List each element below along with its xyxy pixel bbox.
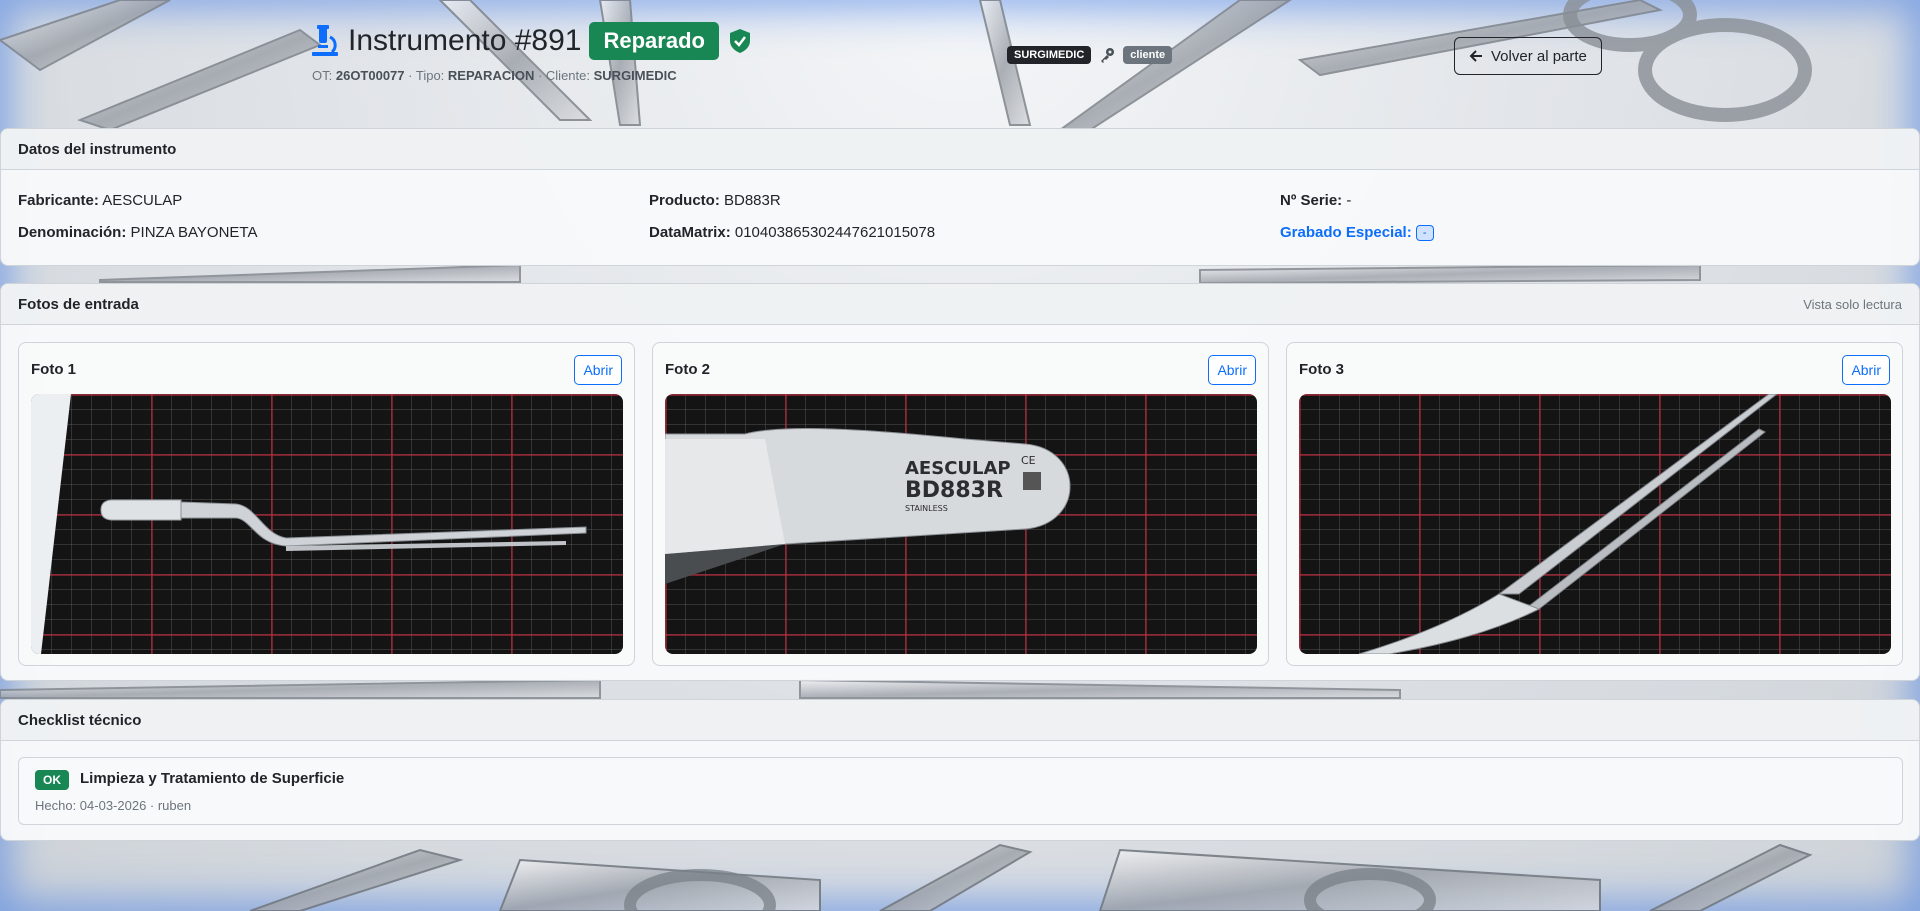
status-badge: Reparado bbox=[589, 22, 719, 60]
datamatrix-value: 01040386530244762101​5078 bbox=[734, 224, 936, 241]
denominacion-field: Denominación: PINZA BAYONETA bbox=[18, 224, 258, 241]
serie-value: - bbox=[1346, 192, 1352, 209]
photo-title: Foto 1 bbox=[31, 361, 76, 378]
key-icon bbox=[1101, 48, 1115, 63]
card-header: Checklist técnico bbox=[1, 700, 1919, 741]
tipo-value: REPARACION bbox=[447, 68, 535, 83]
denominacion-label: Denominación: bbox=[18, 224, 127, 241]
producto-value: BD883R bbox=[724, 192, 781, 209]
role-badge: cliente bbox=[1123, 46, 1173, 64]
checklist-item-meta: Hecho: 04-03-2026 · ruben bbox=[35, 798, 192, 813]
card-header: Datos del instrumento bbox=[1, 129, 1919, 170]
page-title: Instrumento #891 bbox=[348, 24, 582, 57]
grabado-badge: - bbox=[1415, 225, 1434, 242]
open-photo-button[interactable]: Abrir bbox=[1842, 355, 1890, 385]
microscope-icon bbox=[312, 25, 338, 56]
checklist-item-title: Limpieza y Tratamiento de Superficie bbox=[80, 770, 345, 787]
title-row: Instrumento #891 Reparado bbox=[310, 22, 751, 60]
grabado-label: Grabado Especial: bbox=[1280, 224, 1412, 241]
photo-card-1: Foto 1 Abrir bbox=[18, 342, 635, 666]
back-button[interactable]: Volver al parte bbox=[1454, 37, 1602, 75]
read-only-note: Vista solo lectura bbox=[1803, 296, 1902, 312]
fabricante-field: Fabricante: AESCULAP bbox=[18, 192, 182, 209]
grabado-field: Grabado Especial: - bbox=[1280, 224, 1434, 242]
user-info: SURGIMEDIC cliente bbox=[1007, 46, 1173, 64]
photo-image[interactable]: AESCULAP BD883R STAINLESS CE bbox=[665, 394, 1257, 654]
denominacion-value: PINZA BAYONETA bbox=[130, 224, 258, 241]
tipo-label: · Tipo: bbox=[408, 68, 445, 83]
arrow-left-icon bbox=[1469, 50, 1482, 62]
serie-label: Nº Serie: bbox=[1280, 192, 1343, 209]
card-title: Checklist técnico bbox=[18, 711, 142, 729]
card-title: Fotos de entrada bbox=[18, 295, 139, 313]
fabricante-value: AESCULAP bbox=[102, 192, 183, 209]
photo-card-3: Foto 3 Abrir bbox=[1286, 342, 1903, 666]
checklist-card: Checklist técnico OK Limpieza y Tratamie… bbox=[0, 699, 1920, 841]
ot-label: OT: bbox=[312, 68, 333, 83]
entry-photos-card: Fotos de entrada Vista solo lectura Foto… bbox=[0, 283, 1920, 681]
shield-check-icon bbox=[729, 29, 750, 53]
page-header: Instrumento #891 Reparado OT: 26OT00077 … bbox=[0, 0, 1920, 128]
photo-image[interactable] bbox=[1299, 394, 1891, 654]
svg-text:CE: CE bbox=[1021, 454, 1036, 467]
engraving-code: BD883R bbox=[905, 478, 1003, 503]
back-button-label: Volver al parte bbox=[1491, 47, 1587, 65]
datamatrix-label: DataMatrix: bbox=[649, 224, 731, 241]
open-photo-button[interactable]: Abrir bbox=[1208, 355, 1256, 385]
cliente-label: · Cliente: bbox=[537, 68, 590, 83]
ot-value: 26OT00077 bbox=[335, 68, 405, 83]
instrument-fields: Fabricante: AESCULAP Producto: BD883R Nº… bbox=[1, 170, 1919, 266]
instrument-data-card: Datos del instrumento Fabricante: AESCUL… bbox=[0, 128, 1920, 266]
photo-image[interactable] bbox=[31, 394, 623, 654]
photo-title: Foto 2 bbox=[665, 361, 710, 378]
card-title: Datos del instrumento bbox=[18, 140, 177, 158]
fabricante-label: Fabricante: bbox=[18, 192, 99, 209]
photo-card-2: Foto 2 Abrir AESCULAP BD883R STAINLESS C… bbox=[652, 342, 1269, 666]
photo-title: Foto 3 bbox=[1299, 361, 1344, 378]
order-subline: OT: 26OT00077 · Tipo: REPARACION · Clien… bbox=[312, 68, 677, 83]
checklist-item: OK Limpieza y Tratamiento de Superficie … bbox=[18, 757, 1903, 825]
producto-field: Producto: BD883R bbox=[649, 192, 781, 209]
cliente-value: SURGIMEDIC bbox=[593, 68, 677, 83]
serie-field: Nº Serie: - bbox=[1280, 192, 1351, 209]
ok-badge: OK bbox=[35, 770, 69, 790]
producto-label: Producto: bbox=[649, 192, 720, 209]
datamatrix-field: DataMatrix: 01040386530244762101​5078 bbox=[649, 224, 935, 241]
user-badge: SURGIMEDIC bbox=[1007, 46, 1092, 64]
open-photo-button[interactable]: Abrir bbox=[574, 355, 622, 385]
card-header: Fotos de entrada Vista solo lectura bbox=[1, 284, 1919, 325]
engraving-sub: STAINLESS bbox=[905, 504, 948, 513]
engraving-brand: AESCULAP bbox=[905, 458, 1011, 479]
